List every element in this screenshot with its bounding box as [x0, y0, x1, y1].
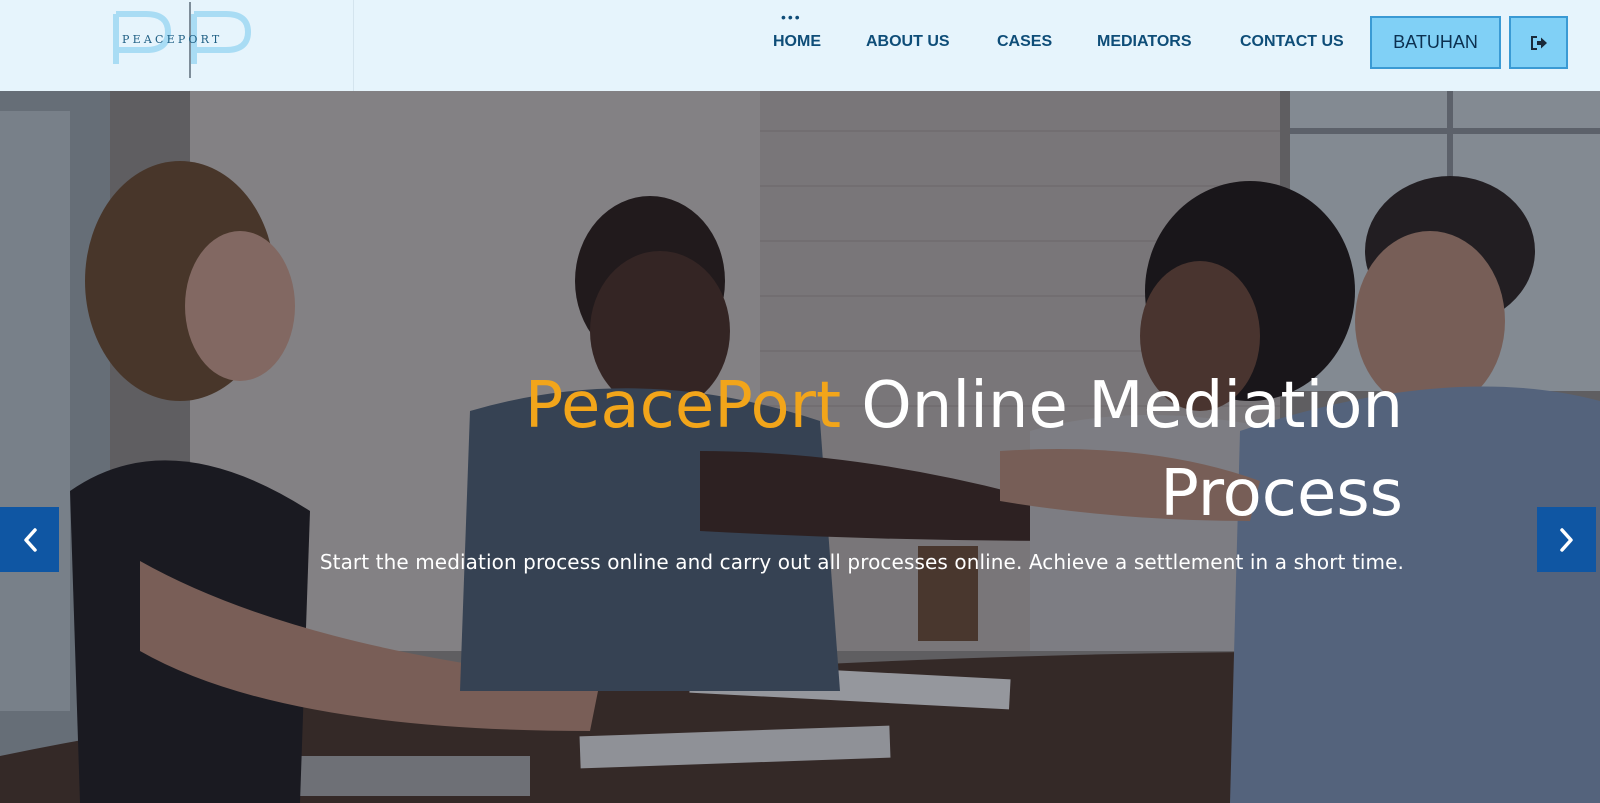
chevron-left-icon	[23, 527, 37, 552]
site-header: PEACEPORT ••• HOME ABOUT US CASES MEDIAT…	[0, 0, 1600, 91]
main-nav: ••• HOME ABOUT US CASES MEDIATORS CONTAC…	[0, 0, 1600, 91]
hero-title: PeacePort Online Mediation Process	[443, 362, 1403, 538]
hero-carousel: PeacePort Online Mediation Process Start…	[0, 91, 1600, 803]
nav-mediators[interactable]: MEDIATORS	[1097, 33, 1192, 51]
sign-out-icon	[1530, 35, 1547, 50]
hero-title-line1: Online Mediation	[841, 369, 1403, 443]
hero-subtitle: Start the mediation process online and c…	[319, 550, 1404, 574]
carousel-next-button[interactable]	[1537, 507, 1596, 572]
more-dots-icon: •••	[781, 9, 802, 25]
logout-button[interactable]	[1509, 16, 1568, 69]
chevron-right-icon	[1559, 527, 1573, 552]
nav-cases[interactable]: CASES	[997, 33, 1052, 51]
user-account-button[interactable]: BATUHAN	[1370, 16, 1501, 69]
carousel-prev-button[interactable]	[0, 507, 59, 572]
nav-about-us[interactable]: ABOUT US	[866, 33, 950, 51]
nav-home[interactable]: HOME	[773, 33, 821, 51]
hero-title-line2: Process	[1160, 457, 1403, 531]
user-account-label: BATUHAN	[1393, 32, 1478, 52]
nav-contact-us[interactable]: CONTACT US	[1240, 33, 1344, 51]
hero-title-brand: PeacePort	[524, 369, 842, 443]
